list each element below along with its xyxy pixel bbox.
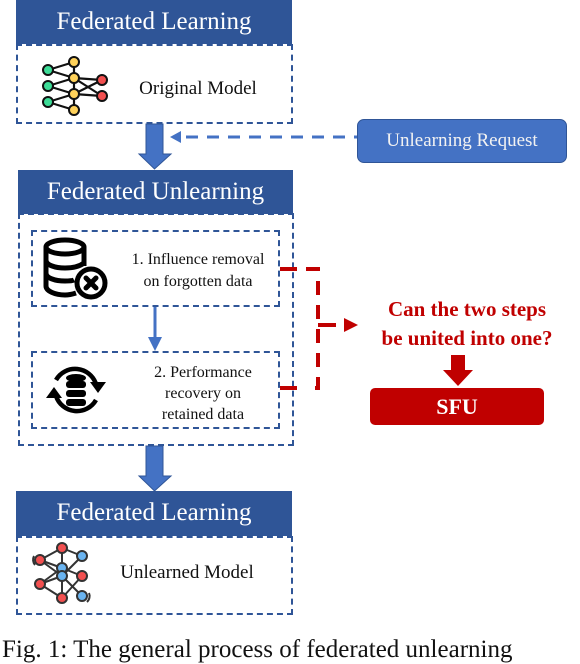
step-1-label: 1. Influence removal on forgotten data (118, 249, 278, 293)
question-text: Can the two steps be united into one? (362, 295, 572, 353)
red-down-arrow (443, 355, 473, 386)
step-2-line-2: recovery on (165, 385, 241, 402)
request-connector (170, 131, 357, 143)
bottom-block-header: Federated Learning (16, 491, 292, 536)
step-2-label: 2. Performance recovery on retained data (128, 362, 278, 425)
step-2-line-3: retained data (161, 406, 245, 423)
step-1-line-2: on forgotten data (143, 273, 253, 290)
down-arrow-1 (137, 123, 173, 170)
sfu-button[interactable]: SFU (370, 388, 544, 425)
database-remove-icon (43, 237, 108, 300)
original-model-label: Original Model (139, 78, 257, 99)
unlearned-model-label: Unlearned Model (120, 562, 254, 583)
unlearning-request-button[interactable]: Unlearning Request (357, 119, 567, 163)
neural-network-icon (42, 56, 108, 116)
step-1-line-1: 1. Influence removal (131, 251, 265, 268)
down-arrow-steps (148, 307, 162, 351)
down-arrow-2 (137, 445, 173, 492)
figure-caption: Fig. 1: The general process of federated… (2, 636, 513, 663)
question-line-2: be united into one? (381, 326, 553, 350)
middle-block-header: Federated Unlearning (18, 170, 293, 214)
unlearned-network-icon (32, 542, 91, 604)
step-2-line-1: 2. Performance (154, 364, 252, 381)
database-sync-icon (46, 366, 106, 414)
top-block-header: Federated Learning (16, 0, 292, 44)
question-line-1: Can the two steps (387, 297, 547, 321)
red-bracket-connector (280, 267, 358, 390)
